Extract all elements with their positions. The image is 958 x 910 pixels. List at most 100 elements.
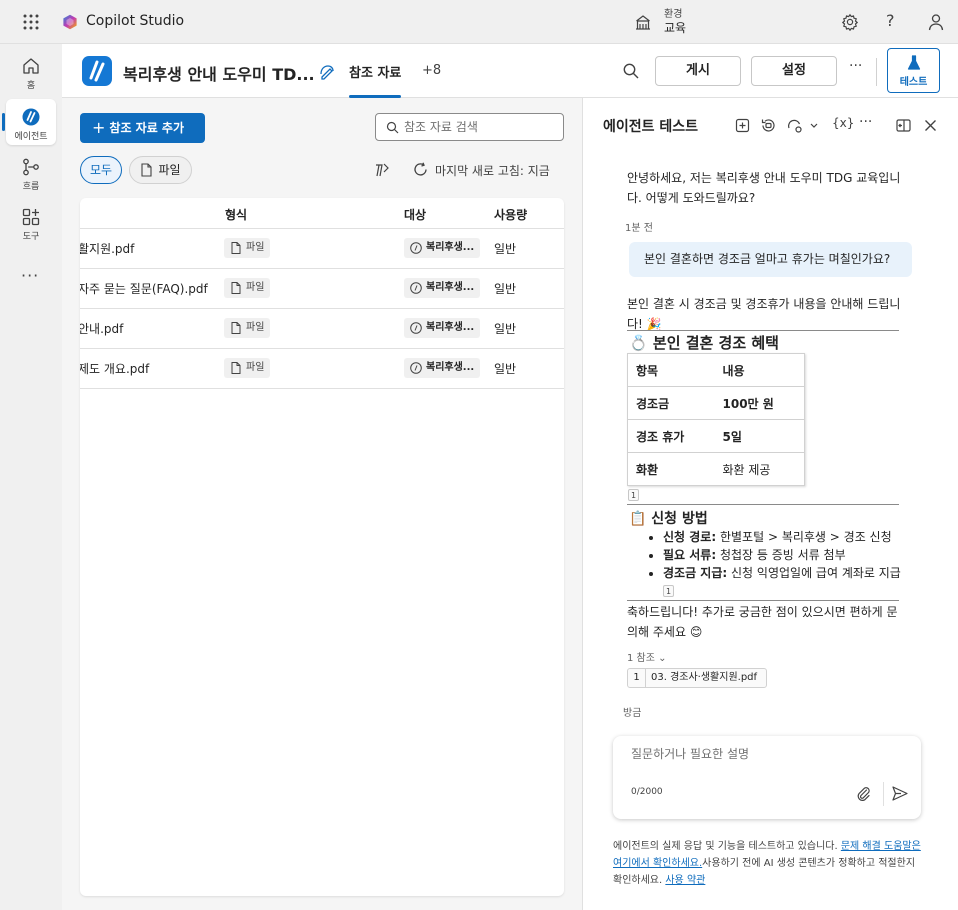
- agent-code-icon: [410, 322, 422, 334]
- rail-item-tools[interactable]: 도구: [6, 199, 56, 245]
- row-name[interactable]: 제도 개요.pdf: [80, 360, 149, 377]
- terms-link[interactable]: 사용 약관: [665, 875, 705, 886]
- panel-dock-icon[interactable]: [896, 118, 911, 133]
- file-icon: [141, 163, 152, 177]
- send-icon[interactable]: [891, 785, 908, 802]
- row-name[interactable]: 활지원.pdf: [80, 240, 134, 257]
- settings-button[interactable]: 설정: [751, 56, 837, 86]
- table-row: 경조 휴가 5일: [627, 419, 805, 453]
- knowledge-search-input[interactable]: [404, 118, 559, 136]
- chevron-down-icon: ⌄: [658, 653, 667, 664]
- citation-marker[interactable]: 1: [663, 585, 675, 597]
- chevron-down-icon[interactable]: [809, 118, 819, 133]
- tab-knowledge[interactable]: 참조 자료: [349, 62, 402, 98]
- rail-item-flows[interactable]: 흐름: [6, 149, 56, 195]
- row-type-label: 파일: [246, 242, 265, 253]
- knowledge-main: +참조 자료 추가 모두 파일 마지막 새로 고침: 지금 형식 대상 사용량 …: [62, 98, 582, 910]
- table-row: 화환 화환 제공: [628, 453, 805, 486]
- environment-icon[interactable]: [634, 13, 652, 31]
- test-disclaimer: 에이전트의 실제 응답 및 기능을 테스트하고 있습니다. 문제 해결 도움말은…: [613, 838, 923, 889]
- references-toggle[interactable]: 1 참조 ⌄: [627, 649, 667, 664]
- attach-paperclip-icon[interactable]: [856, 786, 872, 802]
- list-item: 필요 서류: 청첩장 등 증빙 서류 첨부: [663, 546, 903, 564]
- test-button-label: 테스트: [899, 77, 928, 88]
- row-target-label: 복리후생...: [426, 362, 475, 373]
- agent-code-icon: [410, 242, 422, 254]
- clear-formatting-icon[interactable]: [374, 162, 390, 178]
- tab-more-overflow[interactable]: +8: [422, 63, 441, 78]
- more-options-icon[interactable]: ···: [849, 58, 862, 74]
- table-row: 경조금 100만 원: [627, 386, 805, 420]
- row-name[interactable]: 자주 묻는 질문(FAQ).pdf: [80, 280, 208, 297]
- file-icon: [231, 242, 241, 254]
- agent-edit-icon[interactable]: [318, 63, 336, 81]
- chat-input[interactable]: [631, 745, 901, 763]
- search-icon[interactable]: [622, 62, 640, 80]
- table-row[interactable]: 활지원.pdf 파일 복리후생... 일반: [80, 228, 564, 268]
- step-text: 한별포털 > 복리후생 > 경조 신청: [719, 530, 892, 544]
- disclaimer-text: 에이전트의 실제 응답 및 기능을 테스트하고 있습니다.: [613, 841, 841, 852]
- last-refresh-text: 마지막 새로 고침: 지금: [435, 164, 550, 178]
- agent-code-icon: [410, 282, 422, 294]
- table-cell: 내용: [714, 353, 805, 387]
- new-chat-icon[interactable]: [735, 118, 750, 133]
- row-target-badge: 복리후생...: [404, 238, 480, 258]
- table-cell: 경조금: [627, 386, 715, 420]
- filter-chip-file[interactable]: 파일: [129, 156, 192, 184]
- row-usage: 일반: [494, 282, 517, 296]
- row-target-label: 복리후생...: [426, 322, 475, 333]
- table-row[interactable]: 자주 묻는 질문(FAQ).pdf 파일 복리후생... 일반: [80, 268, 564, 308]
- rail-item-home[interactable]: 홈: [6, 48, 56, 94]
- divider: [627, 600, 899, 601]
- rail-item-agents[interactable]: 에이전트: [2, 99, 56, 145]
- row-target-badge: 복리후생...: [404, 318, 480, 338]
- divider: [627, 330, 899, 331]
- reference-name: 03. 경조사·생활지원.pdf: [651, 672, 758, 683]
- chat-composer: 0/2000: [613, 736, 921, 819]
- file-icon: [231, 362, 241, 374]
- table-row[interactable]: 안내.pdf 파일 복리후생... 일반: [80, 308, 564, 348]
- variables-icon[interactable]: {x}: [832, 116, 854, 130]
- refresh-icon[interactable]: [413, 162, 428, 177]
- knowledge-search[interactable]: [375, 113, 564, 141]
- flow-icon: [23, 158, 39, 176]
- table-cell: 항목: [627, 353, 715, 387]
- reference-chip[interactable]: 1 03. 경조사·생활지원.pdf: [627, 668, 767, 688]
- composer-divider: [883, 782, 884, 806]
- step-text: 신청 익영업일에 급여 계좌로 지급: [731, 566, 901, 580]
- environment-value[interactable]: 교육: [664, 19, 686, 36]
- help-icon[interactable]: ?: [886, 11, 895, 30]
- debug-icon[interactable]: [787, 118, 802, 133]
- row-type-badge: 파일: [224, 278, 271, 298]
- row-name[interactable]: 안내.pdf: [80, 320, 123, 337]
- reference-number: 1: [628, 669, 646, 687]
- agent-logo-icon: [82, 56, 112, 86]
- table-row[interactable]: 제도 개요.pdf 파일 복리후생... 일반: [80, 348, 564, 388]
- step-label: 필요 서류:: [663, 548, 717, 562]
- column-header-type[interactable]: 형식: [225, 206, 247, 223]
- settings-gear-icon[interactable]: [841, 13, 859, 31]
- reset-chat-icon[interactable]: [761, 118, 776, 133]
- row-usage: 일반: [494, 362, 517, 376]
- column-header-usage[interactable]: 사용량: [494, 206, 527, 223]
- row-type-label: 파일: [246, 322, 265, 333]
- row-type-badge: 파일: [224, 318, 271, 338]
- rail-more-icon[interactable]: ···: [21, 266, 39, 285]
- test-panel-more-icon[interactable]: ···: [859, 114, 872, 130]
- app-launcher-icon[interactable]: [22, 13, 40, 31]
- filter-chip-all[interactable]: 모두: [80, 156, 122, 184]
- column-header-target[interactable]: 대상: [404, 206, 426, 223]
- add-knowledge-button[interactable]: + 참조 자료 추가: [80, 113, 205, 143]
- citation-marker[interactable]: 1: [628, 489, 640, 501]
- table-cell: 화환 제공: [722, 462, 771, 477]
- test-button[interactable]: 테스트: [887, 48, 940, 93]
- user-account-icon[interactable]: [927, 13, 945, 31]
- rail-label-agents: 에이전트: [14, 132, 48, 142]
- test-panel-title: 에이전트 테스트: [603, 119, 699, 135]
- rail-label-flows: 흐름: [22, 182, 40, 192]
- add-knowledge-label: 참조 자료 추가: [109, 121, 185, 135]
- brand-name[interactable]: Copilot Studio: [86, 13, 184, 29]
- list-item: 경조금 지급: 신청 익영업일에 급여 계좌로 지급 1: [663, 564, 903, 600]
- publish-button[interactable]: 게시: [655, 56, 741, 86]
- close-icon[interactable]: [923, 118, 938, 133]
